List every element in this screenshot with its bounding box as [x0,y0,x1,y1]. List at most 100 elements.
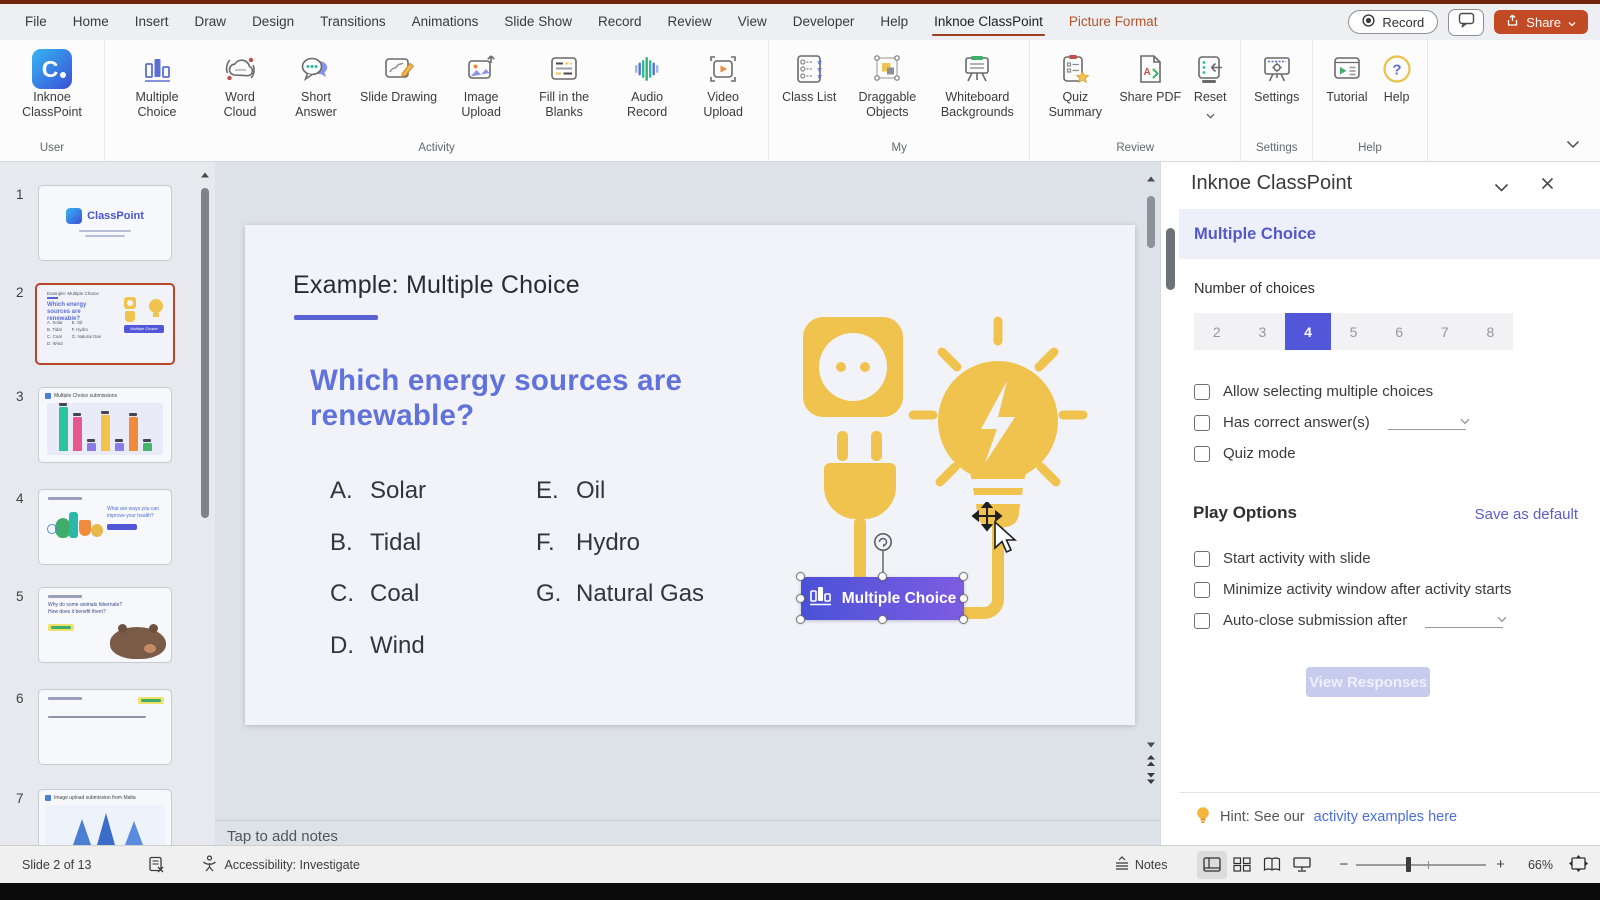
selection-handle-nw[interactable] [796,572,805,581]
ribbon-button-quiz-summary[interactable]: Quiz Summary [1038,45,1112,123]
panel-scrollbar-thumb[interactable] [1166,228,1175,290]
ribbon-collapse-icon[interactable] [1566,136,1580,154]
selection-handle-s[interactable] [878,615,887,624]
thumbnail-scrollbar-thumb[interactable] [201,188,209,518]
zoom-slider-thumb[interactable] [1406,857,1411,872]
ribbon-button-inknoe-classpoint[interactable]: CInknoe ClassPoint [8,45,96,123]
checkbox-has-correct-answer-s[interactable] [1194,415,1210,431]
ribbon-button-whiteboard-backgrounds[interactable]: Whiteboard Backgrounds [933,45,1021,123]
zoom-in-button[interactable]: + [1496,856,1505,873]
slide-editing-surface[interactable]: Example: Multiple Choice Which energy so… [245,225,1135,725]
checkbox-minimize-activity-window-after-activity-starts[interactable] [1194,582,1210,598]
ribbon-button-tutorial[interactable]: Tutorial [1321,45,1372,108]
record-button[interactable]: Record [1348,10,1438,34]
selection-handle-n[interactable] [878,572,887,581]
slide-thumbnail-2[interactable]: Example: Multiple ChoiceWhich energy sou… [35,283,175,365]
chevron-down-icon[interactable] [1206,106,1215,124]
menu-item-developer[interactable]: Developer [780,5,868,39]
next-slide-icon[interactable] [1145,772,1157,790]
normal-view-button[interactable] [1197,851,1227,879]
ribbon-button-share-pdf[interactable]: AShare PDF [1114,45,1186,108]
menu-item-help[interactable]: Help [867,5,921,39]
selection-handle-sw[interactable] [796,615,805,624]
ribbon-button-multiple-choice[interactable]: Multiple Choice [113,45,201,123]
scroll-up-icon[interactable] [1145,170,1157,188]
canvas-scrollbar-thumb[interactable] [1147,196,1155,248]
checkbox-auto-close-submission-after[interactable] [1194,613,1210,629]
activity-examples-link[interactable]: activity examples here [1314,809,1457,825]
save-as-default-link[interactable]: Save as default [1475,506,1578,523]
ribbon-button-draggable-objects[interactable]: Draggable Objects [843,45,931,123]
slide-title[interactable]: Example: Multiple Choice [293,271,580,300]
zoom-level[interactable]: 66% [1519,858,1553,872]
zoom-slider[interactable] [1356,864,1486,866]
multiple-choice-activity-button[interactable]: Multiple Choice [801,577,964,620]
menu-item-file[interactable]: File [12,5,60,39]
checkbox-allow-selecting-multiple-choices[interactable] [1194,384,1210,400]
zoom-out-button[interactable]: − [1339,856,1348,873]
menu-item-transitions[interactable]: Transitions [307,5,399,39]
slide-thumbnail-6[interactable] [38,689,172,765]
menu-item-insert[interactable]: Insert [122,5,182,39]
selection-handle-ne[interactable] [959,572,968,581]
spellcheck-icon[interactable] [148,856,165,873]
slide-thumbnail-1[interactable]: ClassPoint [38,185,172,261]
ribbon-button-settings[interactable]: Settings [1249,45,1304,108]
menu-item-picture-format[interactable]: Picture Format [1056,5,1171,39]
slide-thumbnail-4[interactable]: What are ways you can improve your healt… [38,489,172,565]
selection-handle-w[interactable] [796,594,805,603]
menu-item-draw[interactable]: Draw [182,5,240,39]
menu-item-review[interactable]: Review [655,5,725,39]
panel-close-icon[interactable] [1541,177,1554,195]
slide-thumbnail-7[interactable]: Image upload submission from Malta [38,789,172,845]
reading-view-button[interactable] [1257,851,1287,879]
slide-question[interactable]: Which energy sources are renewable? [310,363,780,433]
activity-button-selection[interactable]: Multiple Choice [801,577,964,620]
slide-thumbnail-3[interactable]: Multiple Choice submissions [38,387,172,463]
choice-count-4[interactable]: 4 [1285,313,1331,350]
view-responses-button[interactable]: View Responses [1306,667,1430,697]
choice-count-2[interactable]: 2 [1194,313,1240,350]
menu-item-design[interactable]: Design [239,5,307,39]
dropdown-auto-close-submission-after[interactable] [1425,614,1503,628]
canvas-scrollbar[interactable] [1144,166,1158,845]
ribbon-button-fill-in-the-blanks[interactable]: Fill in the Blanks [520,45,608,123]
fit-to-window-icon[interactable] [1569,855,1588,875]
ribbon-button-word-cloud[interactable]: Word Cloud [203,45,277,123]
slide-sorter-view-button[interactable] [1227,851,1257,879]
choice-count-5[interactable]: 5 [1331,313,1377,350]
slide-indicator[interactable]: Slide 2 of 13 [22,858,92,872]
choice-count-3[interactable]: 3 [1240,313,1286,350]
comments-button[interactable] [1448,9,1484,36]
notes-divider[interactable] [215,820,1160,821]
selection-handle-e[interactable] [959,594,968,603]
rotate-handle[interactable] [873,532,893,552]
ribbon-button-video-upload[interactable]: Video Upload [686,45,760,123]
ribbon-button-audio-record[interactable]: Audio Record [610,45,684,123]
ribbon-button-help[interactable]: ?Help [1375,45,1419,108]
dropdown-has-correct-answer-s[interactable] [1388,416,1466,430]
accessibility-status[interactable]: Accessibility: Investigate [201,855,360,875]
ribbon-button-short-answer[interactable]: Short Answer [279,45,353,123]
panel-collapse-icon[interactable] [1494,179,1509,197]
slide-thumbnail-5[interactable]: Why do some animals hibernate? How does … [38,587,172,663]
checkbox-quiz-mode[interactable] [1194,446,1210,462]
notes-placeholder[interactable]: Tap to add notes [227,828,338,845]
choice-count-6[interactable]: 6 [1376,313,1422,350]
ribbon-button-class-list[interactable]: ★★★Class List [777,45,841,108]
thumbnail-scrollbar[interactable] [199,164,212,845]
choice-count-7[interactable]: 7 [1422,313,1468,350]
ribbon-button-slide-drawing[interactable]: Slide Drawing [355,45,442,108]
checkbox-start-activity-with-slide[interactable] [1194,551,1210,567]
menu-item-view[interactable]: View [725,5,780,39]
menu-item-animations[interactable]: Animations [399,5,492,39]
ribbon-button-image-upload[interactable]: Image Upload [444,45,518,123]
previous-slide-icon[interactable] [1145,754,1157,772]
notes-toggle[interactable]: Notes [1114,856,1168,873]
ribbon-button-reset[interactable]: Reset [1188,45,1232,127]
choice-count-8[interactable]: 8 [1468,313,1514,350]
scroll-down-icon[interactable] [1145,736,1157,754]
selection-handle-se[interactable] [959,615,968,624]
slideshow-view-button[interactable] [1287,851,1317,879]
menu-item-slide-show[interactable]: Slide Show [491,5,585,39]
